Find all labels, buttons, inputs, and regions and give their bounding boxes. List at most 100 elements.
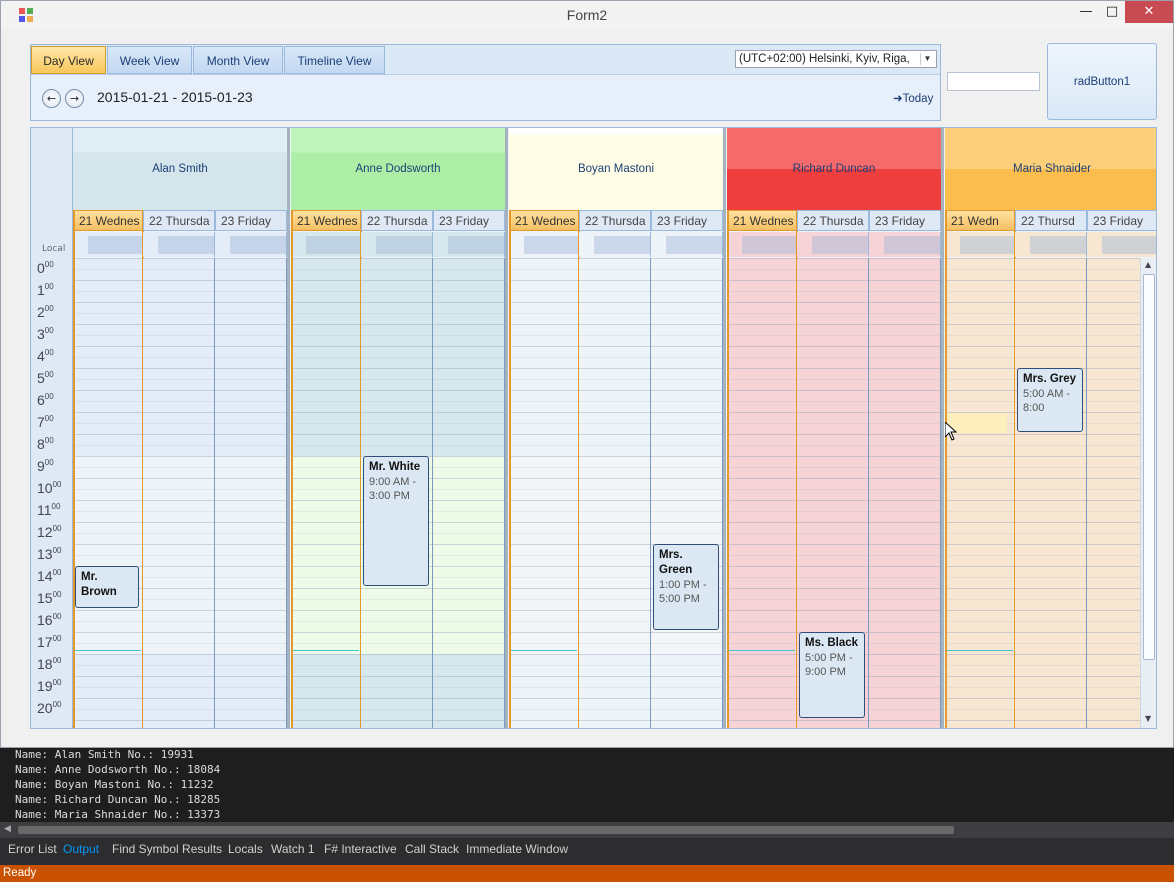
- close-button[interactable]: ✕: [1125, 1, 1173, 23]
- all-day-cell[interactable]: [73, 232, 143, 257]
- half-hour-gridline: [579, 621, 650, 622]
- text-input[interactable]: [947, 72, 1040, 91]
- all-day-slot[interactable]: [88, 236, 142, 254]
- tab-output[interactable]: Output: [63, 842, 99, 856]
- tab-call-stack[interactable]: Call Stack: [405, 842, 459, 856]
- day-header[interactable]: 22 Thursda: [797, 210, 869, 231]
- half-hour-gridline: [651, 665, 722, 666]
- scroll-down-icon[interactable]: ▼: [1145, 714, 1151, 723]
- day-header[interactable]: 23 Friday: [869, 210, 941, 231]
- all-day-cell[interactable]: [361, 232, 433, 257]
- tab-day-view[interactable]: Day View: [31, 46, 106, 74]
- day-column[interactable]: [869, 258, 941, 728]
- all-day-cell[interactable]: [143, 232, 215, 257]
- all-day-slot[interactable]: [230, 236, 286, 254]
- appointment[interactable]: Mrs. Grey 5:00 AM - 8:00: [1017, 368, 1083, 432]
- all-day-cell[interactable]: [797, 232, 869, 257]
- scroll-up-icon[interactable]: ▲: [1145, 260, 1151, 269]
- title-bar[interactable]: Form2 — □ ✕: [1, 1, 1173, 29]
- all-day-slot[interactable]: [812, 236, 868, 254]
- tab-week-view[interactable]: Week View: [107, 46, 192, 74]
- all-day-cell[interactable]: [433, 232, 505, 257]
- day-header[interactable]: 22 Thursd: [1015, 210, 1087, 231]
- all-day-cell[interactable]: [509, 232, 579, 257]
- arrow-right-icon[interactable]: →: [65, 89, 84, 108]
- vertical-scrollbar[interactable]: ▲ ▼: [1140, 258, 1156, 728]
- all-day-slot[interactable]: [524, 236, 578, 254]
- resource-header[interactable]: Anne Dodsworth: [291, 128, 505, 210]
- tab-find-symbol-results[interactable]: Find Symbol Results: [112, 842, 222, 856]
- day-header[interactable]: 21 Wednes: [509, 210, 579, 231]
- day-column[interactable]: [945, 258, 1015, 728]
- rad-button-1[interactable]: radButton1: [1047, 43, 1157, 120]
- scrollbar-thumb[interactable]: [18, 826, 954, 834]
- day-header[interactable]: 22 Thursda: [361, 210, 433, 231]
- all-day-slot[interactable]: [960, 236, 1014, 254]
- day-column[interactable]: [143, 258, 215, 728]
- day-column[interactable]: [651, 258, 723, 728]
- day-header[interactable]: 23 Friday: [651, 210, 723, 231]
- chevron-down-icon[interactable]: ▼: [920, 53, 934, 65]
- day-column[interactable]: [73, 258, 143, 728]
- tab-locals[interactable]: Locals: [228, 842, 263, 856]
- resource-header[interactable]: Richard Duncan: [727, 128, 941, 210]
- day-header[interactable]: 21 Wednes: [291, 210, 361, 231]
- tab-timeline-view[interactable]: Timeline View: [284, 46, 385, 74]
- all-day-cell[interactable]: [579, 232, 651, 257]
- today-button[interactable]: ➜Today: [893, 91, 933, 105]
- day-column[interactable]: [727, 258, 797, 728]
- all-day-slot[interactable]: [594, 236, 650, 254]
- all-day-cell[interactable]: [291, 232, 361, 257]
- day-column[interactable]: [509, 258, 579, 728]
- all-day-slot[interactable]: [158, 236, 214, 254]
- all-day-slot[interactable]: [742, 236, 796, 254]
- day-column[interactable]: [1015, 258, 1087, 728]
- all-day-slot[interactable]: [306, 236, 360, 254]
- day-header[interactable]: 23 Friday: [433, 210, 505, 231]
- maximize-button[interactable]: □: [1097, 1, 1127, 23]
- tab-watch-1[interactable]: Watch 1: [271, 842, 315, 856]
- all-day-slot[interactable]: [1030, 236, 1086, 254]
- horizontal-scrollbar[interactable]: ◀: [0, 822, 1174, 838]
- all-day-cell[interactable]: [727, 232, 797, 257]
- day-column[interactable]: [579, 258, 651, 728]
- day-header[interactable]: 23 Friday: [1087, 210, 1156, 231]
- timezone-select[interactable]: (UTC+02:00) Helsinki, Kyiv, Riga, ▼: [735, 50, 937, 68]
- day-header[interactable]: 23 Friday: [215, 210, 287, 231]
- all-day-slot[interactable]: [666, 236, 722, 254]
- day-column[interactable]: [433, 258, 505, 728]
- resource-header[interactable]: Boyan Mastoni: [509, 128, 723, 210]
- hour-gridline: [727, 368, 796, 369]
- scrollbar-thumb[interactable]: [1143, 274, 1155, 660]
- arrow-left-icon[interactable]: ←: [42, 89, 61, 108]
- all-day-slot[interactable]: [1102, 236, 1156, 254]
- all-day-slot[interactable]: [448, 236, 504, 254]
- all-day-slot[interactable]: [376, 236, 432, 254]
- day-column[interactable]: [215, 258, 287, 728]
- scroll-left-icon[interactable]: ◀: [4, 824, 11, 834]
- day-header[interactable]: 22 Thursda: [579, 210, 651, 231]
- day-header[interactable]: 22 Thursda: [143, 210, 215, 231]
- tab-month-view[interactable]: Month View: [193, 46, 283, 74]
- all-day-cell[interactable]: [945, 232, 1015, 257]
- resource-separator: [723, 128, 726, 728]
- all-day-cell[interactable]: [215, 232, 287, 257]
- appointment[interactable]: Mrs. Green 1:00 PM - 5:00 PM: [653, 544, 719, 630]
- tab-error-list[interactable]: Error List: [8, 842, 57, 856]
- resource-header[interactable]: Alan Smith: [73, 128, 287, 210]
- day-header[interactable]: 21 Wedn: [945, 210, 1015, 231]
- resource-header[interactable]: Maria Shnaider: [945, 128, 1156, 210]
- all-day-slot[interactable]: [884, 236, 940, 254]
- appointment[interactable]: Mr. White 9:00 AM - 3:00 PM: [363, 456, 429, 586]
- day-header[interactable]: 21 Wednes: [73, 210, 143, 231]
- all-day-cell[interactable]: [1015, 232, 1087, 257]
- tab-fsharp-interactive[interactable]: F# Interactive: [324, 842, 397, 856]
- appointment[interactable]: Ms. Black 5:00 PM - 9:00 PM: [799, 632, 865, 718]
- day-column[interactable]: [291, 258, 361, 728]
- tab-immediate-window[interactable]: Immediate Window: [466, 842, 568, 856]
- appointment[interactable]: Mr. Brown: [75, 566, 139, 608]
- all-day-cell[interactable]: [869, 232, 941, 257]
- all-day-cell[interactable]: [1087, 232, 1156, 257]
- day-header[interactable]: 21 Wednes: [727, 210, 797, 231]
- all-day-cell[interactable]: [651, 232, 723, 257]
